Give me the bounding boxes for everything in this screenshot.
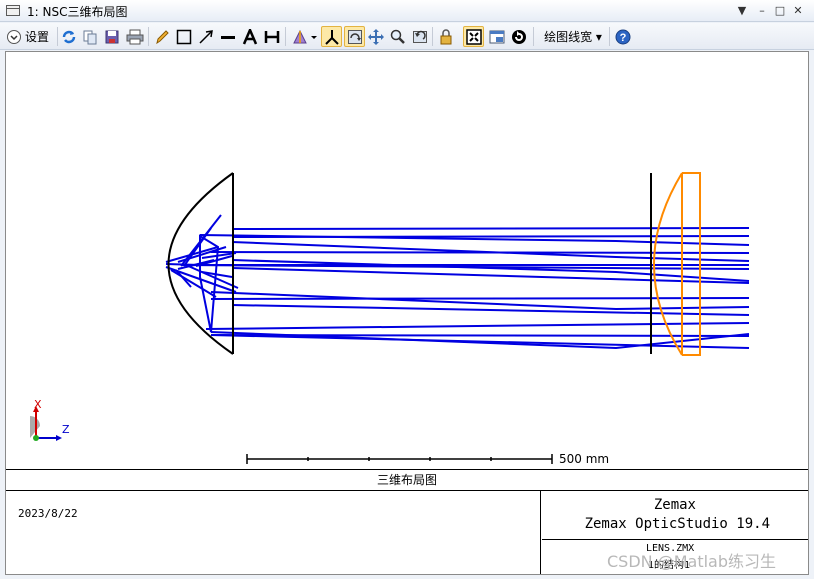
maximize-button[interactable]: □ bbox=[772, 3, 788, 19]
product-text: Zemax OpticStudio 19.4 bbox=[584, 516, 770, 532]
arrow-icon[interactable] bbox=[197, 26, 215, 47]
rotate-icon[interactable] bbox=[290, 26, 318, 47]
reset-icon[interactable] bbox=[510, 26, 528, 47]
window-title-bar: 1: NSC三维布局图 ▼ – □ ✕ bbox=[0, 0, 814, 22]
help-icon[interactable]: ? bbox=[614, 26, 632, 47]
axes-icon[interactable] bbox=[321, 26, 342, 47]
company-text: Zemax bbox=[653, 497, 696, 513]
settings-label: 设置 bbox=[25, 30, 50, 44]
close-button[interactable]: ✕ bbox=[790, 3, 806, 19]
pencil-icon[interactable] bbox=[153, 26, 171, 47]
scale-label: 500 mm bbox=[559, 452, 610, 466]
date-text: 2023/8/22 bbox=[18, 507, 78, 520]
layout-plot bbox=[30, 172, 750, 464]
scale-bar bbox=[246, 454, 553, 464]
watermark: CSDN @Matlab练习生 bbox=[607, 552, 776, 571]
dimension-icon[interactable] bbox=[263, 26, 281, 47]
plot-title: 三维布局图 bbox=[6, 469, 808, 491]
lock-rotation-icon[interactable] bbox=[344, 26, 365, 47]
rectangle-icon[interactable] bbox=[175, 26, 193, 47]
window-icon bbox=[6, 5, 20, 16]
window-icon[interactable] bbox=[488, 26, 506, 47]
info-left-panel: 2023/8/22 bbox=[6, 490, 541, 574]
settings-button[interactable]: 设置 bbox=[6, 26, 56, 47]
layout-canvas[interactable]: 500 mm X Z 三维布局图 2023/8/22 Zemax Zemax O… bbox=[5, 51, 809, 575]
dropdown-icon[interactable]: ▼ bbox=[734, 3, 750, 19]
axis-x-label: X bbox=[34, 398, 42, 411]
copy-icon[interactable] bbox=[81, 26, 99, 47]
save-icon[interactable] bbox=[103, 26, 121, 47]
toolbar: 设置 绘图线宽 ▾ ? bbox=[0, 23, 814, 50]
pan-icon[interactable] bbox=[367, 26, 385, 47]
info-company-panel: Zemax Zemax OpticStudio 19.4 bbox=[542, 490, 808, 540]
chevron-down-icon bbox=[7, 29, 21, 44]
line-width-label: 绘图线宽 ▾ bbox=[544, 30, 602, 44]
axis-triad bbox=[30, 406, 62, 441]
window-title: 1: NSC三维布局图 bbox=[27, 5, 128, 19]
undo-zoom-icon[interactable] bbox=[411, 26, 429, 47]
zoom-icon[interactable] bbox=[389, 26, 407, 47]
minimize-button[interactable]: – bbox=[754, 3, 770, 19]
lock-icon[interactable] bbox=[437, 26, 455, 47]
fit-icon[interactable] bbox=[463, 26, 484, 47]
refresh-icon[interactable] bbox=[60, 26, 78, 47]
line-width-dropdown[interactable]: 绘图线宽 ▾ bbox=[540, 26, 606, 47]
print-icon[interactable] bbox=[125, 26, 145, 47]
ray-traces bbox=[165, 214, 750, 350]
text-icon[interactable] bbox=[241, 26, 259, 47]
line-icon[interactable] bbox=[219, 26, 237, 47]
svg-text:?: ? bbox=[620, 32, 627, 44]
axis-z-label: Z bbox=[62, 423, 70, 436]
